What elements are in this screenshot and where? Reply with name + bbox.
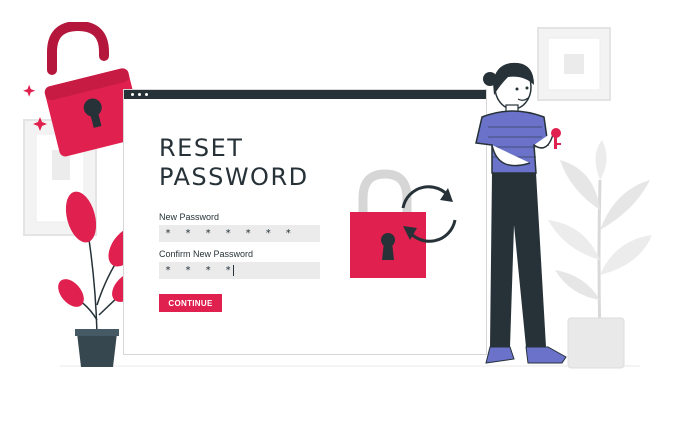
title-line-1: RESET [159, 134, 244, 162]
key-icon [551, 128, 561, 149]
confirm-password-value: * * * * [165, 265, 236, 276]
window-titlebar [124, 90, 486, 99]
confirm-password-field[interactable]: * * * * [159, 262, 320, 279]
text-caret [233, 264, 235, 276]
window-dot [145, 93, 148, 96]
confirm-password-label: Confirm New Password [159, 249, 254, 259]
title-line-2: PASSWORD [159, 163, 309, 191]
new-password-label: New Password [159, 212, 220, 222]
continue-button[interactable]: CONTINUE [159, 294, 222, 312]
window-dot [131, 93, 134, 96]
reset-password-illustration: RESET PASSWORD New Password * * * * * * … [0, 0, 682, 421]
locked-padlock-icon [350, 169, 457, 278]
window-dot [138, 93, 141, 96]
new-password-field[interactable]: * * * * * * * [159, 225, 320, 242]
person-illustration [475, 62, 567, 364]
page-title: RESET PASSWORD [159, 134, 309, 192]
new-password-value: * * * * * * * [165, 228, 296, 239]
